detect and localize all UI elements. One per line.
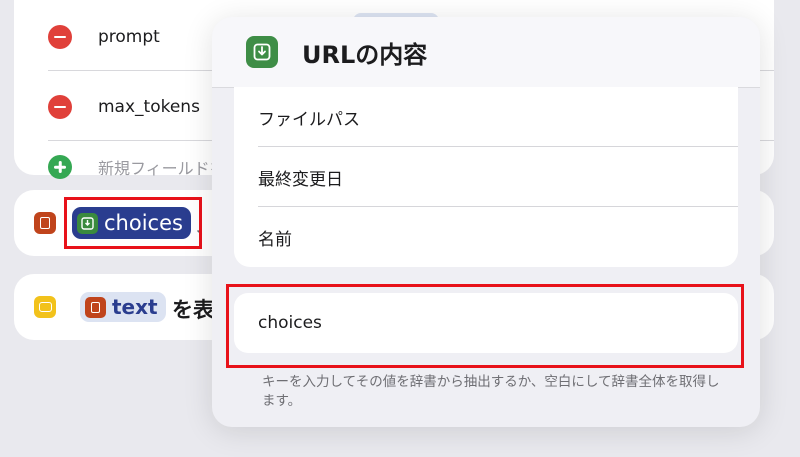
- download-tray-icon: [246, 36, 278, 68]
- list-item-name[interactable]: 名前: [234, 207, 738, 267]
- list-item-file-path[interactable]: ファイルパス: [234, 87, 738, 147]
- annotation-highlight-key-field: [226, 284, 744, 368]
- dictionary-icon: [34, 212, 56, 234]
- text-variable-token[interactable]: text: [80, 292, 166, 322]
- popover-title: URLの内容: [302, 41, 428, 69]
- minus-circle-icon[interactable]: [48, 95, 72, 119]
- quick-look-icon: [34, 296, 56, 318]
- new-field-placeholder[interactable]: 新規フィールドを: [98, 155, 226, 179]
- key-help-text: キーを入力してその値を辞書から抽出するか、空白にして辞書全体を取得します。: [262, 374, 720, 409]
- token-label: text: [112, 295, 158, 319]
- dictionary-icon: [85, 296, 106, 318]
- field-key-label[interactable]: max_tokens: [98, 97, 200, 117]
- popover-header: URLの内容: [212, 17, 760, 88]
- list-item-label: 最終変更日: [258, 169, 343, 190]
- property-list: ファイルパス 最終変更日 名前: [234, 87, 738, 267]
- list-item-label: ファイルパス: [258, 109, 360, 130]
- annotation-highlight-token: [64, 197, 202, 249]
- minus-circle-icon[interactable]: [48, 25, 72, 49]
- show-action-text: を表: [172, 298, 214, 322]
- list-item-modified-date[interactable]: 最終変更日: [234, 147, 738, 207]
- variable-properties-popover: URLの内容 ファイルパス 最終変更日 名前 choices キーを入力してその…: [212, 17, 760, 427]
- plus-circle-icon[interactable]: [48, 155, 72, 179]
- field-key-label[interactable]: prompt: [98, 27, 160, 47]
- list-item-label: 名前: [258, 229, 292, 250]
